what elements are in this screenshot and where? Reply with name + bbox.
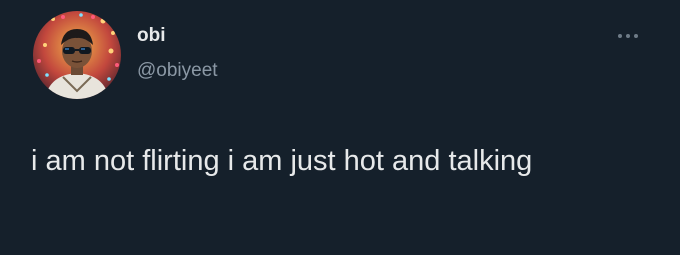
profile-photo (33, 11, 121, 99)
more-options-icon (618, 34, 638, 38)
tweet-card: obi @obiyeet i am not flirting i am just… (0, 0, 680, 255)
tweet-text: i am not flirting i am just hot and talk… (31, 145, 533, 177)
user-handle[interactable]: @obiyeet (137, 60, 218, 82)
more-options-button[interactable] (608, 22, 648, 50)
display-name[interactable]: obi (137, 25, 166, 47)
avatar[interactable] (33, 11, 121, 99)
